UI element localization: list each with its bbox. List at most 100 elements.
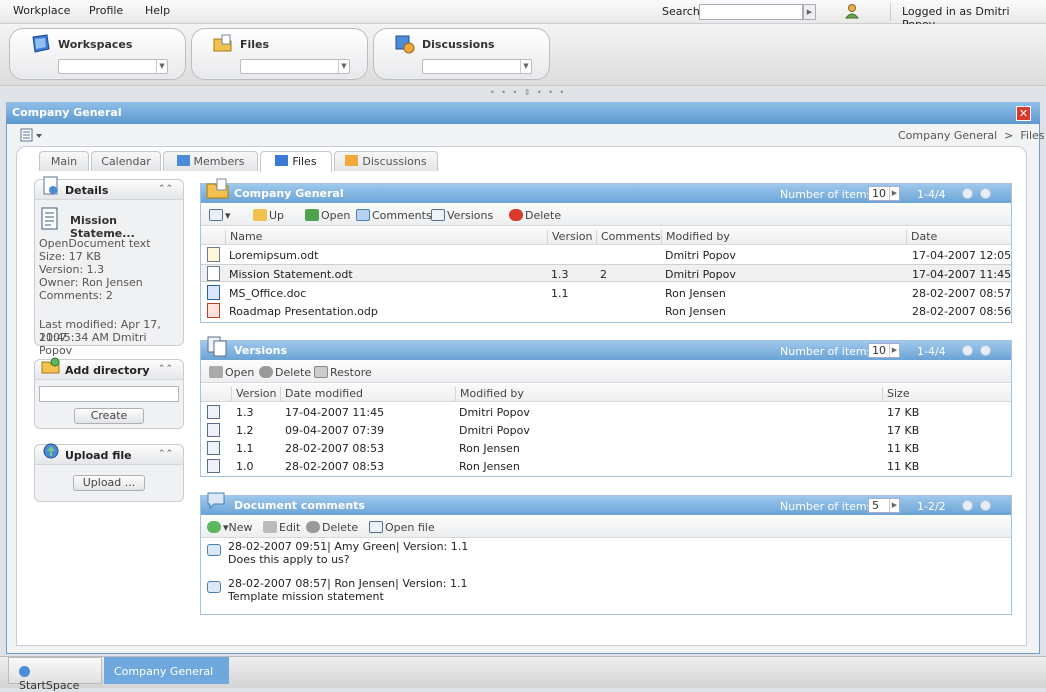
table-row[interactable]: 1.3 17-04-2007 11:45 Dmitri Popov 17 KB: [201, 403, 1011, 421]
prev-page-button[interactable]: [962, 188, 973, 199]
upload-button[interactable]: Upload ...: [73, 475, 145, 491]
col-date-modified[interactable]: Date modified: [280, 387, 363, 401]
splitter-handle[interactable]: • • • ⇕ • • •: [490, 88, 566, 97]
items-count-value: 5: [872, 499, 879, 512]
search-input[interactable]: [699, 4, 803, 20]
table-row[interactable]: Loremipsum.odt Dmitri Popov 17-04-2007 1…: [201, 246, 1011, 264]
tab-members[interactable]: Members: [163, 151, 258, 171]
search-go-button[interactable]: ▶: [803, 4, 816, 20]
versions-panel-title: Versions: [234, 344, 288, 357]
file-date: 28-02-2007 08:56: [912, 305, 1012, 318]
versions-panel-header: Versions Number of items 10 ▶ 1-4/4: [201, 336, 1011, 360]
task-company-general[interactable]: Company General: [104, 657, 229, 684]
open-button[interactable]: Open: [305, 209, 350, 222]
table-row[interactable]: 1.0 28-02-2007 08:53 Ron Jensen 11 KB: [201, 457, 1011, 475]
comments-toolbar: ▾New Edit Delete Open file: [201, 516, 1011, 538]
collapse-icon[interactable]: ⌃⌃: [158, 364, 173, 374]
collapse-icon[interactable]: ⌃⌃: [158, 449, 173, 459]
open-version-button[interactable]: Open: [209, 366, 254, 379]
tab-label: Main: [50, 155, 78, 168]
col-comments[interactable]: Comments: [596, 230, 661, 244]
col-date[interactable]: Date: [906, 230, 937, 244]
items-count-select[interactable]: 10 ▶: [868, 186, 900, 201]
collapse-icon[interactable]: ⌃⌃: [158, 184, 173, 194]
next-page-button[interactable]: [980, 188, 991, 199]
restore-button[interactable]: Restore: [314, 366, 372, 379]
version-size: 11 KB: [887, 460, 920, 473]
file-name: Roadmap Presentation.odp: [229, 305, 378, 318]
files-column-headers: Name Version Comments Modified by Date: [201, 227, 1011, 245]
version-size: 17 KB: [887, 424, 920, 437]
user-icon[interactable]: [845, 3, 861, 19]
menu-profile[interactable]: Profile: [89, 4, 123, 17]
launcher-label: Files: [240, 38, 270, 51]
delete-version-button[interactable]: Delete: [259, 366, 311, 379]
col-modified-by[interactable]: Modified by: [455, 387, 524, 401]
launcher-files[interactable]: Files ▼: [191, 28, 368, 80]
tab-label: Calendar: [101, 155, 151, 168]
prev-page-button[interactable]: [962, 500, 973, 511]
tab-discussions[interactable]: Discussions: [334, 151, 438, 171]
close-icon[interactable]: ✕: [1016, 106, 1031, 121]
menu-help[interactable]: Help: [145, 4, 170, 17]
items-count-select[interactable]: 5 ▶: [868, 498, 900, 513]
launcher-discussions[interactable]: Discussions ▼: [373, 28, 550, 80]
version-icon: [207, 441, 220, 455]
up-button[interactable]: Up: [253, 209, 284, 222]
add-directory-header[interactable]: Add directory ⌃⌃: [35, 357, 183, 380]
items-count-value: 10: [872, 344, 886, 357]
col-size[interactable]: Size: [882, 387, 910, 401]
details-box: Details ⌃⌃ Mission Stateme... OpenDocume…: [34, 176, 184, 357]
folder-icon: [206, 178, 229, 199]
comment-item[interactable]: 28-02-2007 08:57| Ron Jensen| Version: 1…: [201, 577, 1011, 607]
toolbar-label: Delete: [322, 521, 359, 534]
create-button[interactable]: Create: [74, 408, 144, 424]
files-select[interactable]: ▼: [240, 59, 350, 74]
table-row[interactable]: Roadmap Presentation.odp Ron Jensen 28-0…: [201, 302, 1011, 320]
col-modified-by[interactable]: Modified by: [661, 230, 730, 244]
col-version[interactable]: Version: [547, 230, 592, 244]
delete-icon: [509, 209, 523, 221]
delete-comment-button[interactable]: Delete: [306, 521, 358, 534]
launcher-workspaces[interactable]: Workspaces ▼: [9, 28, 186, 80]
table-row[interactable]: 1.1 28-02-2007 08:53 Ron Jensen 11 KB: [201, 439, 1011, 457]
open-file-button[interactable]: Open file: [369, 521, 435, 534]
table-row[interactable]: Mission Statement.odt 1.3 2 Dmitri Popov…: [201, 264, 1011, 282]
details-modified-time: 11:45:34 AM Dmitri Popov: [39, 331, 147, 357]
menu-workplace[interactable]: Workplace: [13, 4, 70, 17]
items-count-select[interactable]: 10 ▶: [868, 343, 900, 358]
odp-file-icon: [207, 303, 220, 318]
comment-item[interactable]: 28-02-2007 09:51| Amy Green| Version: 1.…: [201, 540, 1011, 570]
next-page-button[interactable]: [980, 500, 991, 511]
next-page-button[interactable]: [980, 345, 991, 356]
files-menu-button[interactable]: ▾: [209, 209, 231, 222]
workspaces-select[interactable]: ▼: [58, 59, 168, 74]
files-panel-header: Company General Number of items 10 ▶ 1-4/…: [201, 178, 1011, 203]
details-header[interactable]: Details ⌃⌃: [35, 176, 183, 200]
upload-file-header[interactable]: Upload file ⌃⌃: [35, 443, 183, 465]
table-row[interactable]: MS_Office.doc 1.1 Ron Jensen 28-02-2007 …: [201, 284, 1011, 302]
table-row[interactable]: 1.2 09-04-2007 07:39 Dmitri Popov 17 KB: [201, 421, 1011, 439]
edit-comment-button[interactable]: Edit: [263, 521, 300, 534]
versions-button[interactable]: Versions: [431, 209, 493, 222]
delete-button[interactable]: Delete: [509, 209, 561, 222]
tab-files[interactable]: Files: [260, 151, 332, 172]
version-date: 28-02-2007 08:53: [285, 442, 385, 455]
comments-button[interactable]: Comments: [356, 209, 432, 222]
version-size: 17 KB: [887, 406, 920, 419]
task-startspace[interactable]: StartSpace: [8, 657, 102, 692]
tab-main[interactable]: Main: [39, 151, 89, 171]
items-count-label: Number of items: [780, 500, 873, 513]
breadcrumb: Company General > Files: [898, 129, 1045, 142]
directory-name-input[interactable]: [39, 386, 179, 402]
col-name[interactable]: Name: [225, 230, 262, 244]
col-version[interactable]: Version: [231, 387, 276, 401]
discussions-select[interactable]: ▼: [422, 59, 532, 74]
tab-calendar[interactable]: Calendar: [91, 151, 161, 171]
add-directory-box: Add directory ⌃⌃ Create: [34, 357, 184, 429]
comment-text: Does this apply to us?: [228, 553, 350, 566]
tab-label: Discussions: [362, 155, 427, 168]
window-menu-icon[interactable]: [20, 128, 44, 142]
new-comment-button[interactable]: ▾New: [207, 521, 253, 534]
prev-page-button[interactable]: [962, 345, 973, 356]
